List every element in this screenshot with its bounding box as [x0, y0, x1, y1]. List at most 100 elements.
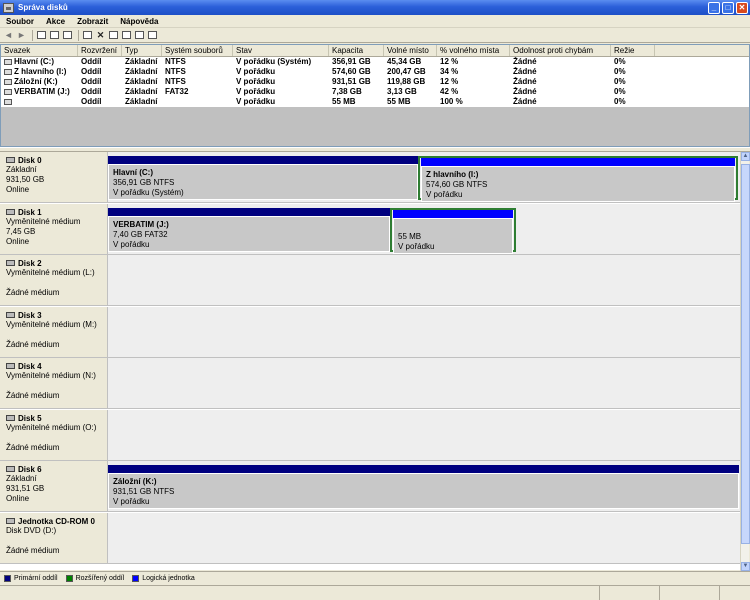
- volume-icon: [4, 98, 12, 105]
- column-header[interactable]: Svazek: [1, 45, 78, 56]
- disk-name-text: Disk 4: [18, 361, 42, 371]
- up-folder-icon[interactable]: [49, 30, 60, 41]
- vertical-scrollbar[interactable]: ▲ ▼: [740, 152, 750, 571]
- partition-info-line: V pořádku (Systém): [113, 188, 184, 197]
- cell-status: V pořádku: [236, 67, 276, 76]
- disk-name-text: Disk 6: [18, 464, 42, 474]
- minimize-button[interactable]: _: [708, 1, 720, 14]
- disk-row: Disk 1 Vyměnitelné médium 7,45 GB Online VER…: [0, 204, 749, 255]
- hard-disk-icon: [6, 157, 15, 163]
- disk-row: Disk 0 Základní 931,50 GB Online Hlavní (C:)…: [0, 152, 749, 203]
- disk-info-line: Žádné médium: [6, 546, 60, 555]
- disk-label[interactable]: Disk 4 Vyměnitelné médium (N:) Žádné médiu…: [0, 358, 108, 408]
- menu-bar: Soubor Akce Zobrazit Nápověda: [0, 15, 750, 28]
- cell-fault-tolerance: Žádné: [513, 87, 537, 96]
- partition-block[interactable]: VERBATIM (J:) 7,40 GB FAT32 V pořádku: [108, 208, 390, 252]
- disk-name: Disk 5: [6, 413, 107, 423]
- disk-info-line: Žádné médium: [6, 443, 60, 452]
- column-header[interactable]: Odolnost proti chybám: [510, 45, 611, 56]
- column-header[interactable]: Kapacita: [329, 45, 384, 56]
- check-disk-icon[interactable]: [108, 30, 119, 41]
- primary-swatch: [4, 574, 11, 582]
- column-header[interactable]: Rozvržení: [78, 45, 122, 56]
- column-header[interactable]: Typ: [122, 45, 162, 56]
- partition-body: Záložní (K:) 931,51 GB NTFS V pořádku: [108, 473, 739, 509]
- table-row[interactable]: Záložní (K:) Oddíl Základní NTFS V pořádku 93…: [1, 77, 749, 87]
- scroll-thumb[interactable]: [741, 164, 750, 544]
- partition-info-line: 931,51 GB NTFS: [113, 487, 175, 496]
- properties-icon[interactable]: [62, 30, 73, 41]
- menu-akce[interactable]: Akce: [40, 17, 71, 26]
- search-icon[interactable]: [134, 30, 145, 41]
- disk-info-line: Žádné médium: [6, 288, 60, 297]
- cell-capacity: 574,60 GB: [332, 67, 371, 76]
- column-header[interactable]: Režie: [611, 45, 655, 56]
- close-button[interactable]: ✕: [736, 1, 748, 14]
- logical-swatch: [132, 574, 140, 582]
- menu-soubor[interactable]: Soubor: [0, 17, 40, 26]
- partition-block[interactable]: Záložní (K:) 931,51 GB NTFS V pořádku: [108, 465, 739, 509]
- partition-block[interactable]: 55 MB V pořádku: [390, 208, 516, 254]
- column-header[interactable]: Volné místo: [384, 45, 437, 56]
- disk-label[interactable]: Disk 1 Vyměnitelné médium 7,45 GB Online: [0, 204, 108, 254]
- maximize-button[interactable]: □: [722, 1, 734, 14]
- toolbar-separator: [78, 29, 79, 41]
- disk-info-line: 931,50 GB: [6, 175, 45, 184]
- menu-zobrazit[interactable]: Zobrazit: [71, 17, 114, 26]
- partition-block[interactable]: Hlavní (C:) 356,91 GB NTFS V pořádku (Syst…: [108, 156, 418, 200]
- open-icon[interactable]: [121, 30, 132, 41]
- logical-partition-bar: [393, 210, 513, 218]
- partition-block[interactable]: Z hlavního (I:) 574,60 GB NTFS V pořádku: [418, 156, 738, 202]
- disk-info-line: Vyměnitelné médium (O:): [6, 423, 97, 432]
- column-header[interactable]: Stav: [233, 45, 329, 56]
- disk-partition-area: [108, 255, 749, 305]
- table-row[interactable]: VERBATIM (J:) Oddíl Základní FAT32 V pořádku…: [1, 87, 749, 97]
- back-arrow-icon[interactable]: ◄: [3, 30, 14, 41]
- cell-file-system: FAT32: [165, 87, 189, 96]
- disk-row: Disk 4 Vyměnitelné médium (N:) Žádné médiu…: [0, 358, 749, 409]
- scroll-up-icon[interactable]: ▲: [741, 152, 750, 161]
- delete-icon[interactable]: ✕: [95, 30, 106, 41]
- table-row[interactable]: Hlavní (C:) Oddíl Základní NTFS V pořádku (S…: [1, 57, 749, 67]
- volume-icon: [4, 88, 12, 95]
- disk-name: Disk 4: [6, 361, 107, 371]
- disk-label[interactable]: Jednotka CD-ROM 0 Disk DVD (D:) Žádné médi…: [0, 513, 108, 563]
- hard-disk-icon: [6, 209, 15, 215]
- partition-name: Z hlavního (I:): [426, 170, 479, 179]
- forward-arrow-icon[interactable]: ►: [16, 30, 27, 41]
- menu-napoveda[interactable]: Nápověda: [114, 17, 164, 26]
- cell-status: V pořádku: [236, 97, 276, 106]
- partition-name: VERBATIM (J:): [113, 220, 169, 229]
- disk-name: Disk 0: [6, 155, 107, 165]
- disk-partition-area: [108, 410, 749, 460]
- disk-label[interactable]: Disk 0 Základní 931,50 GB Online: [0, 152, 108, 202]
- disk-label[interactable]: Disk 6 Základní 931,51 GB Online: [0, 461, 108, 511]
- scroll-down-icon[interactable]: ▼: [741, 562, 750, 571]
- disk-label[interactable]: Disk 5 Vyměnitelné médium (O:) Žádné médiu…: [0, 410, 108, 460]
- legend: Primární oddíl Rozšířený oddíl Logická j…: [0, 571, 750, 584]
- cell-volume-name: Hlavní (C:): [1, 57, 78, 67]
- primary-partition-bar: [108, 465, 739, 473]
- disk-info-line: [6, 433, 107, 443]
- volume-icon: [4, 78, 12, 85]
- disk-row: Disk 6 Základní 931,51 GB Online Záložní (K:…: [0, 461, 749, 512]
- cell-file-system: NTFS: [165, 57, 186, 66]
- legend-label: Rozšířený oddíl: [75, 574, 125, 582]
- cell-free-space: 45,34 GB: [387, 57, 422, 66]
- console-tree-icon[interactable]: [36, 30, 47, 41]
- disk-label[interactable]: Disk 2 Vyměnitelné médium (L:) Žádné médiu…: [0, 255, 108, 305]
- table-row[interactable]: Oddíl Základní V pořádku 55 MB 55 MB 100 % Žád…: [1, 97, 749, 107]
- cell-free-space: 200,47 GB: [387, 67, 426, 76]
- disk-info-line: [6, 330, 107, 340]
- refresh-icon[interactable]: [147, 30, 158, 41]
- table-row[interactable]: Z hlavního (I:) Oddíl Základní NTFS V pořádk…: [1, 67, 749, 77]
- help-document-icon[interactable]: [82, 30, 93, 41]
- column-header[interactable]: Systém souborů: [162, 45, 233, 56]
- disk-label[interactable]: Disk 3 Vyměnitelné médium (M:) Žádné médiu…: [0, 307, 108, 357]
- cell-free-space: 3,13 GB: [387, 87, 417, 96]
- disk-partition-area: [108, 307, 749, 357]
- legend-label: Logická jednotka: [142, 574, 195, 582]
- column-header[interactable]: % volného místa: [437, 45, 510, 56]
- legend-item-primary: Primární oddíl: [4, 574, 58, 582]
- toolbar-separator: [32, 29, 33, 41]
